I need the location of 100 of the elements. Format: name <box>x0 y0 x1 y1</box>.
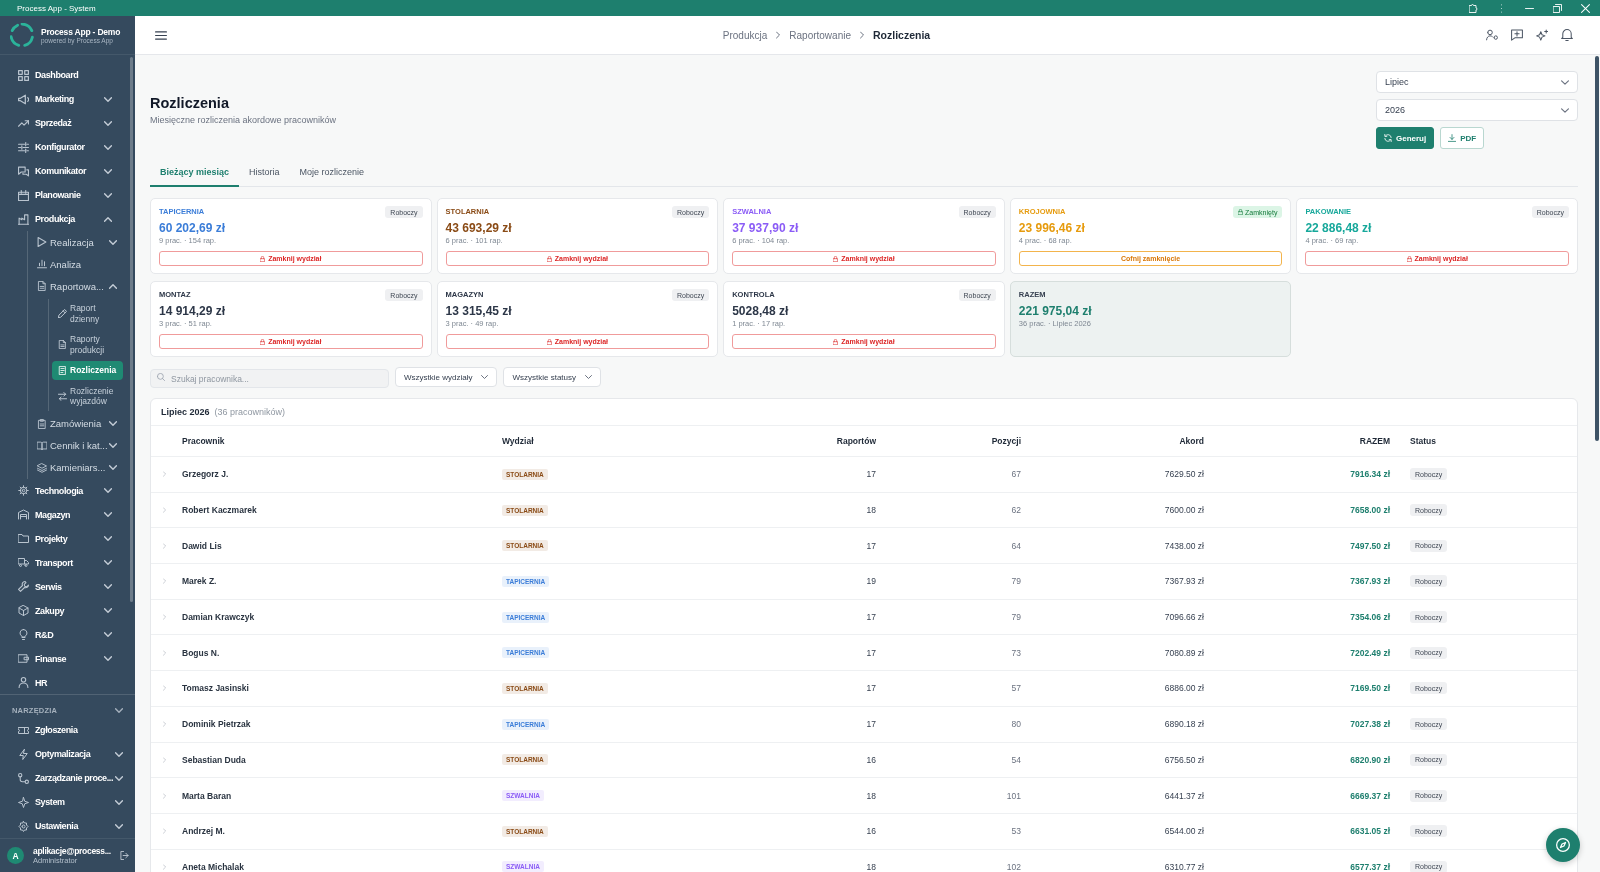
employee-name: Aneta Michalak <box>182 861 244 872</box>
employee-name: Grzegorz J. <box>182 469 229 480</box>
nav-item[interactable]: Ustawienia <box>0 814 135 838</box>
chevron-down-icon[interactable] <box>104 120 112 126</box>
lock-icon <box>260 255 266 262</box>
position-count: 102 <box>1006 861 1021 872</box>
employee-name: Bogus N. <box>182 647 220 658</box>
nav-item[interactable]: Technologia <box>0 478 135 503</box>
nav-item[interactable]: Marketing <box>0 87 135 111</box>
scrollbar-thumb[interactable] <box>130 57 133 602</box>
piecework-amount: 6441.37 zł <box>1164 790 1204 801</box>
nav-item[interactable]: Raport dzienny <box>52 299 123 328</box>
nav-item[interactable]: Komunikator <box>0 159 135 183</box>
employee-name: Tomasz Jasinski <box>182 683 249 694</box>
department-filter[interactable]: Wszystkie wydziały <box>395 367 498 387</box>
tab[interactable]: Historia <box>239 159 290 187</box>
chevron-down-icon[interactable] <box>104 512 112 517</box>
nav-item[interactable]: Kamieniars... <box>28 456 135 479</box>
nav-item[interactable]: System <box>0 790 135 814</box>
puzzle-icon[interactable] <box>1469 3 1478 13</box>
menu-icon[interactable] <box>155 30 167 40</box>
chevron-down-icon[interactable] <box>115 823 123 829</box>
nav-item[interactable]: Zakupy <box>0 598 135 623</box>
nav-item[interactable]: Rozliczenie wyjazdów <box>52 381 123 411</box>
piecework-amount: 6756.50 zł <box>1164 754 1204 765</box>
status-filter[interactable]: Wszystkie statusy <box>503 367 602 387</box>
nav-item[interactable]: Raportowa... <box>28 275 135 297</box>
nav-item[interactable]: HR <box>0 670 135 694</box>
department-amount: 60 202,69 zł <box>159 221 226 236</box>
nav-item[interactable]: Zgłoszenia <box>0 718 135 742</box>
chevron-down-icon[interactable] <box>115 775 123 781</box>
message-plus-icon[interactable] <box>1511 29 1523 41</box>
nav-item[interactable]: Cennik i kat... <box>28 434 135 457</box>
chevron-down-icon[interactable] <box>104 96 112 102</box>
search-field[interactable]: Szukaj pracownika... <box>150 369 389 388</box>
chevron-down-icon[interactable] <box>104 168 112 174</box>
nav-item[interactable]: Planowanie <box>0 183 135 207</box>
chevron-down-icon[interactable] <box>109 239 117 245</box>
nav-item[interactable]: Analiza <box>28 253 135 275</box>
year-select[interactable]: 2026 <box>1376 99 1578 121</box>
chevron-down-icon[interactable] <box>104 632 112 637</box>
nav-item[interactable]: Realizacja <box>28 231 135 253</box>
chevron-up-icon[interactable] <box>104 216 112 222</box>
nav-item[interactable]: Zarządzanie proce... <box>0 766 135 790</box>
account-icon[interactable] <box>1486 29 1498 41</box>
nav-item[interactable]: Serwis <box>0 574 135 599</box>
chevron-down-icon[interactable] <box>104 488 112 493</box>
logout-icon[interactable] <box>120 851 129 860</box>
chevron-down-icon[interactable] <box>115 799 123 805</box>
tab[interactable]: Moje rozliczenie <box>289 159 375 187</box>
nav-item[interactable]: Konfigurator <box>0 135 135 159</box>
nav-item[interactable]: Transport <box>0 550 135 575</box>
nav-item[interactable]: Zamówienia <box>28 412 135 435</box>
nav-item[interactable]: Rozliczenia <box>52 361 123 380</box>
breadcrumb-link[interactable]: Raportowanie <box>789 29 851 41</box>
employee-name: Dominik Pietrzak <box>182 719 251 730</box>
book-icon <box>37 440 47 451</box>
breadcrumb-link[interactable]: Rozliczenia <box>873 29 931 41</box>
nav-item[interactable]: Dashboard <box>0 63 135 87</box>
nav-item[interactable]: R&D <box>0 622 135 647</box>
nav-item[interactable]: Raporty produkcji <box>52 330 123 359</box>
tab[interactable]: Bieżący miesiąc <box>150 159 240 187</box>
chevron-down-icon[interactable] <box>109 443 117 448</box>
employee-name: Robert Kaczmarek <box>182 505 257 516</box>
chevron-down-icon[interactable] <box>115 707 123 713</box>
nav-item[interactable]: Projekty <box>0 526 135 551</box>
nav-item[interactable]: Sprzedaż <box>0 111 135 135</box>
column-header: Pracownik <box>182 436 225 446</box>
chevron-up-icon[interactable] <box>109 283 117 289</box>
nav-item[interactable]: Produkcja <box>0 207 135 231</box>
nav-item[interactable]: Optymalizacja <box>0 742 135 766</box>
chevron-down-icon[interactable] <box>104 656 112 661</box>
chevron-down-icon[interactable] <box>104 560 112 565</box>
sparkles-icon[interactable] <box>1536 29 1548 41</box>
chevron-down-icon[interactable] <box>104 608 112 613</box>
nav-item[interactable]: Finanse <box>0 646 135 671</box>
nav-item[interactable]: Magazyn <box>0 502 135 527</box>
compass-icon <box>1556 838 1570 852</box>
chevron-down-icon[interactable] <box>104 536 112 541</box>
chevron-down-icon[interactable] <box>104 584 112 589</box>
sparkle-icon <box>18 796 29 808</box>
chevron-down-icon[interactable] <box>109 465 117 470</box>
generate-button[interactable]: Generuj <box>1376 127 1435 149</box>
chevron-down-icon <box>1561 107 1569 113</box>
chevron-down-icon[interactable] <box>109 421 117 426</box>
column-header: Akord <box>1179 436 1204 446</box>
month-select[interactable]: Lipiec <box>1376 71 1578 93</box>
chevron-down-icon[interactable] <box>104 192 112 198</box>
pdf-button[interactable]: PDF <box>1440 127 1485 149</box>
chevron-down-icon <box>1561 79 1569 85</box>
breadcrumb-link[interactable]: Produkcja <box>722 29 768 41</box>
close-icon[interactable] <box>1581 3 1590 13</box>
chat-bubbles-icon <box>18 165 29 177</box>
bell-icon[interactable] <box>1561 29 1573 41</box>
position-count: 54 <box>1011 754 1021 765</box>
truck-icon <box>18 557 29 568</box>
chevron-down-icon[interactable] <box>115 751 123 757</box>
scrollbar-thumb[interactable] <box>1595 56 1599 441</box>
restore-icon[interactable] <box>1553 3 1562 13</box>
chevron-down-icon[interactable] <box>104 144 112 150</box>
